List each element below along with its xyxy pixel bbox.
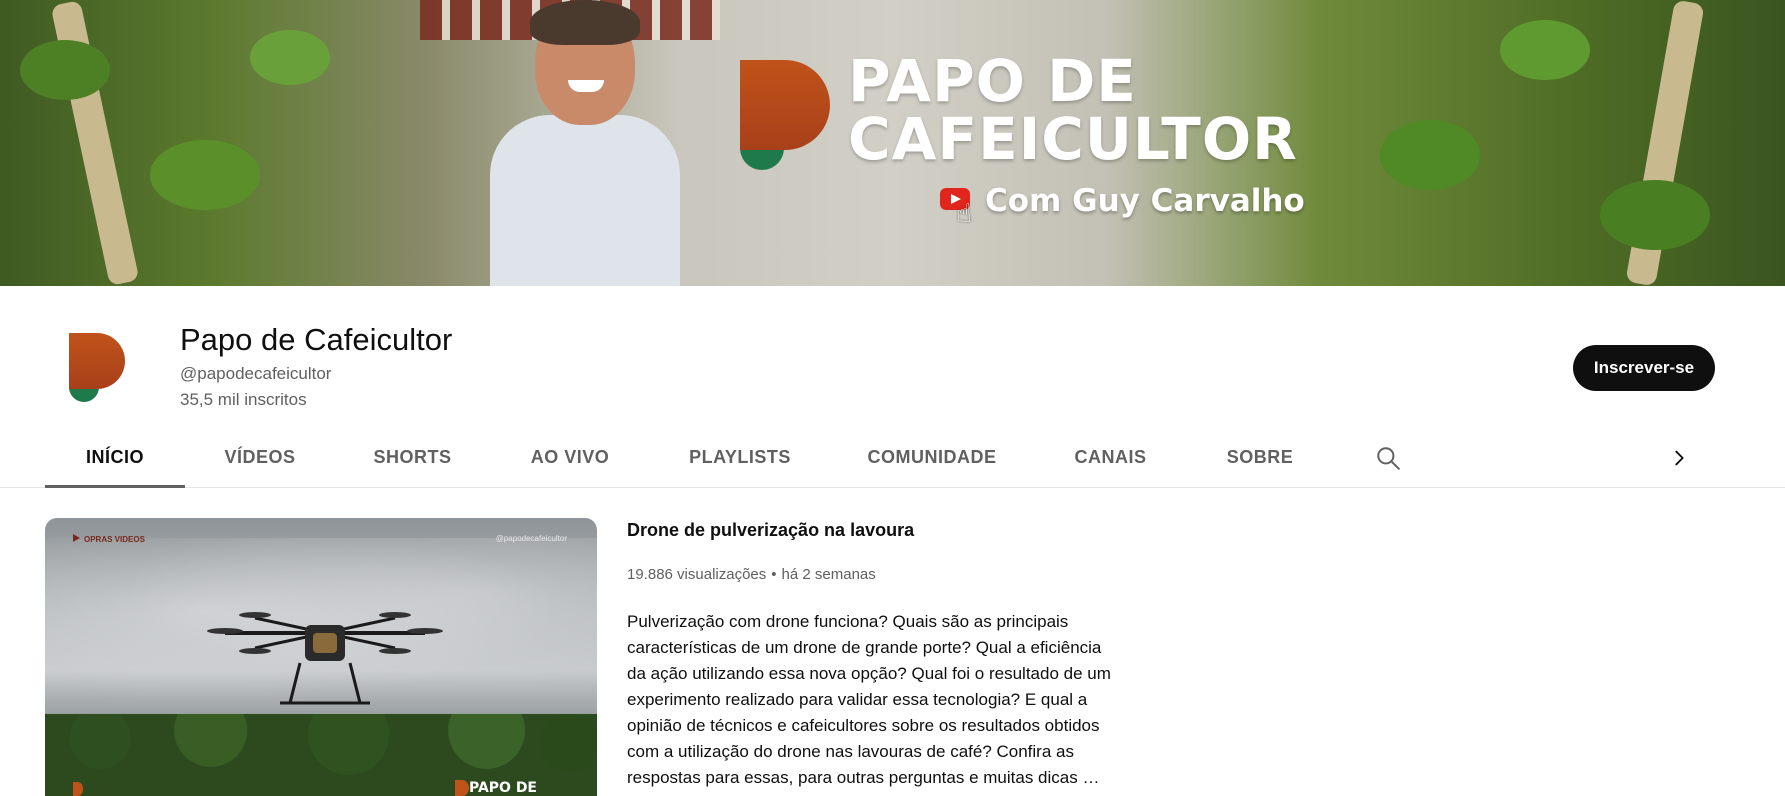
description-line: da ação utilizando essa nova opção? Qual… (627, 664, 1111, 683)
thumbnail-logo-icon (455, 780, 469, 796)
drone-image (207, 612, 443, 705)
banner-leaf (1380, 120, 1480, 190)
subscriber-count: 35,5 mil inscritos (180, 390, 307, 409)
featured-video-meta: 19.886 visualizações • há 2 semanas (627, 566, 876, 583)
tab-canais[interactable]: CANAIS (1063, 428, 1158, 487)
tab-comunidade[interactable]: COMUNIDADE (862, 428, 1002, 487)
search-icon[interactable] (1375, 445, 1401, 471)
chevron-right-icon[interactable] (1668, 447, 1690, 469)
subscribe-button[interactable]: Inscrever-se (1573, 345, 1715, 391)
banner-leaf (1500, 20, 1590, 80)
tab-inicio[interactable]: INÍCIO (45, 428, 185, 488)
banner-leaf (250, 30, 330, 85)
description-line: Pulverização com drone funciona? Quais s… (627, 612, 1069, 631)
thumbnail-title: PAPO DE (468, 780, 537, 796)
featured-video-description[interactable]: Pulverização com drone funciona? Quais s… (627, 609, 1147, 791)
description-line: experimento realizado para validar essa … (627, 690, 1088, 709)
thumbnail-handle: @papodecafeicultor (495, 534, 567, 543)
banner-logo (740, 60, 830, 170)
view-count: 19.886 visualizações (627, 566, 767, 583)
thumbnail-brand: OPRAS VIDEOS (73, 534, 145, 544)
channel-handle: @papodecafeicultor (180, 364, 332, 383)
banner-leaf (20, 40, 110, 100)
tab-playlists[interactable]: PLAYLISTS (680, 428, 800, 487)
tab-shorts[interactable]: SHORTS (365, 428, 460, 487)
featured-video-title[interactable]: Drone de pulverização na lavoura (627, 520, 914, 541)
channel-tabs: INÍCIO VÍDEOS SHORTS AO VIVO PLAYLISTS C… (0, 428, 1785, 488)
description-line: opinião de técnicos e cafeicultores sobr… (627, 716, 1100, 735)
upload-age: há 2 semanas (781, 566, 876, 583)
channel-banner: PAPO DE CAFEICULTOR ☝ Com Guy Carvalho (0, 0, 1785, 286)
channel-name: Papo de Cafeicultor (180, 322, 453, 357)
banner-leaf (1600, 180, 1710, 250)
description-line: respostas para essas, para outras pergun… (627, 768, 1100, 787)
pointer-hand-icon: ☝ (956, 198, 972, 228)
banner-title: PAPO DE CAFEICULTOR (848, 47, 1298, 173)
channel-avatar[interactable] (69, 333, 125, 403)
banner-subtitle: Com Guy Carvalho (985, 183, 1305, 219)
tab-ao-vivo[interactable]: AO VIVO (520, 428, 620, 487)
description-line: características de um drone de grande po… (627, 638, 1102, 657)
tab-sobre[interactable]: SOBRE (1220, 428, 1300, 487)
banner-leaf (150, 140, 260, 210)
host-photo (490, 0, 680, 286)
meta-separator: • (771, 566, 777, 583)
tab-videos[interactable]: VÍDEOS (210, 428, 310, 487)
featured-video-thumbnail[interactable]: OPRAS VIDEOS @papodecafeicultor PAPO DE (45, 518, 597, 796)
description-line: com a utilização do drone nas lavouras d… (627, 742, 1074, 761)
thumbnail-logo-icon (73, 782, 83, 796)
